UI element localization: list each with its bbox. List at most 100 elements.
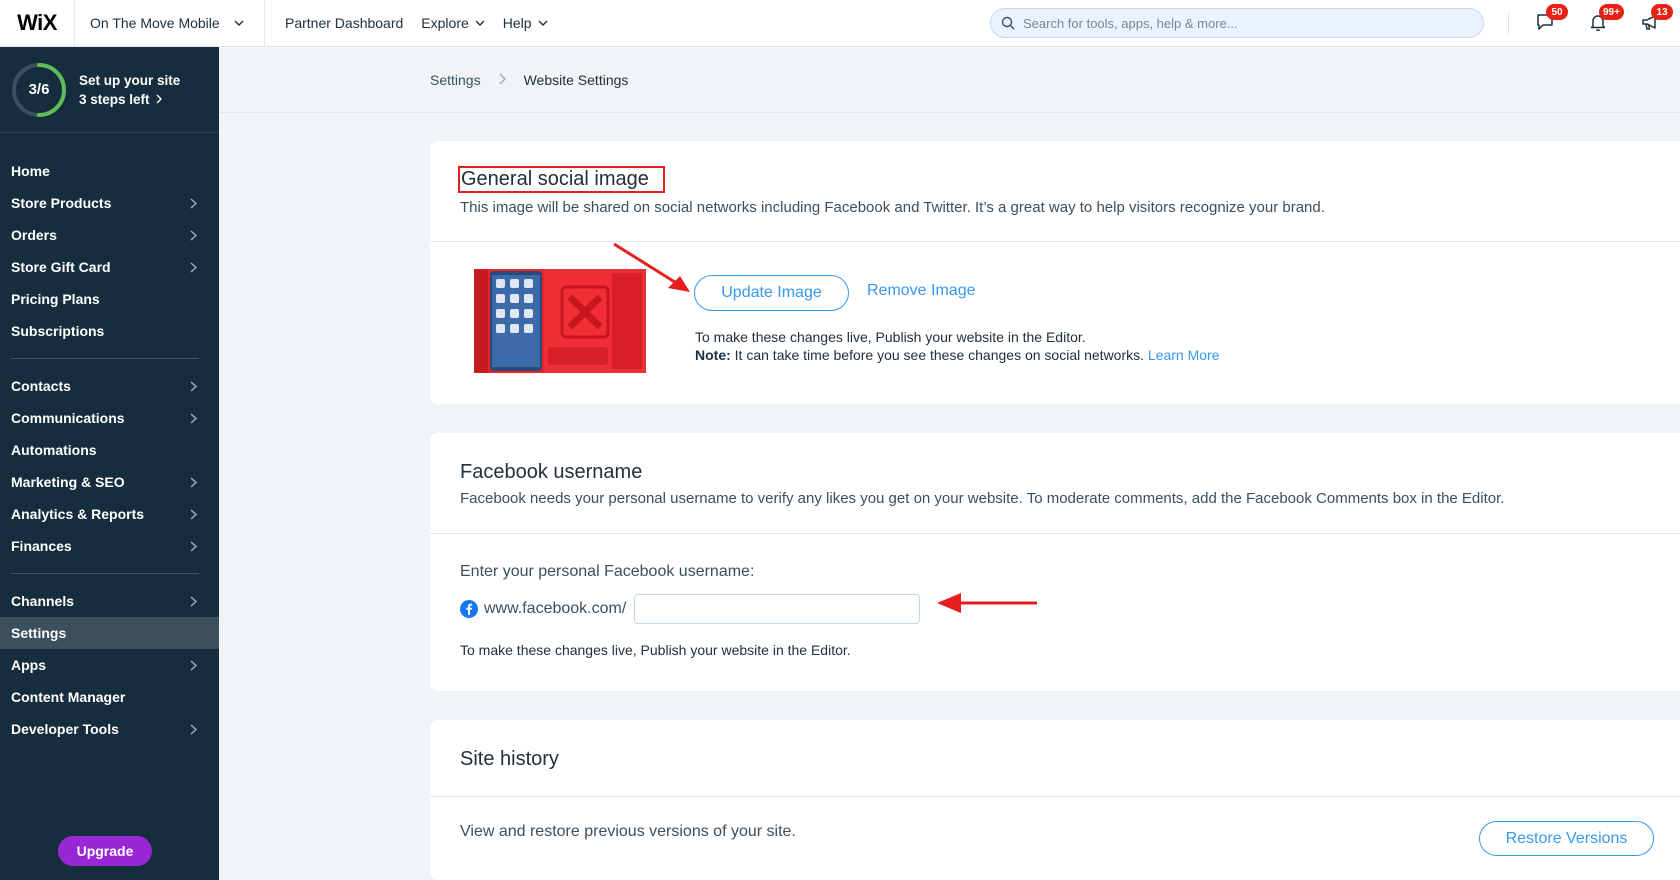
sidebar-item-label: Orders	[11, 227, 57, 243]
chevron-right-icon	[190, 229, 197, 241]
steps-left: 3 steps left	[79, 91, 150, 107]
chevron-down-icon	[475, 20, 485, 26]
sidebar-item-home[interactable]: Home	[0, 155, 219, 187]
sidebar-item-content-manager[interactable]: Content Manager	[0, 681, 219, 713]
sidebar-item-label: Apps	[11, 657, 46, 673]
sidebar-item-label: Marketing & SEO	[11, 474, 125, 490]
setup-subtitle: 3 steps left	[79, 92, 180, 107]
search-bar[interactable]	[990, 8, 1484, 38]
progress-ring: 3/6	[11, 62, 67, 118]
sidebar-item-label: Settings	[11, 625, 67, 641]
nav-label: Help	[502, 15, 532, 31]
sidebar-item-label: Store Gift Card	[11, 259, 111, 275]
chevron-right-icon	[190, 261, 197, 273]
learn-more-link[interactable]: Learn More	[1148, 347, 1220, 363]
site-history-description: View and restore previous versions of yo…	[460, 823, 796, 840]
upgrade-button[interactable]: Upgrade	[58, 836, 152, 866]
note-text: It can take time before you see these ch…	[730, 347, 1148, 363]
chevron-right-icon	[190, 508, 197, 520]
notifications-button[interactable]: 99+	[1588, 4, 1624, 34]
top-bar: WiX On The Move Mobile Partner Dashboard…	[0, 0, 1680, 47]
publish-note: To make these changes live, Publish your…	[695, 329, 1086, 345]
chevron-right-icon	[190, 723, 197, 735]
site-history-title: Site history	[460, 748, 559, 770]
sidebar-item-store-products[interactable]: Store Products	[0, 187, 219, 219]
nav-group-2: Contacts Communications Automations Marketi…	[0, 370, 219, 562]
chevron-right-icon	[190, 540, 197, 552]
sidebar-item-apps[interactable]: Apps	[0, 649, 219, 681]
setup-text: Set up your site 3 steps left	[79, 73, 180, 107]
sidebar-item-channels[interactable]: Channels	[0, 585, 219, 617]
sidebar-item-developer-tools[interactable]: Developer Tools	[0, 713, 219, 745]
explore-menu[interactable]: Explore	[421, 15, 485, 31]
sidebar-item-subscriptions[interactable]: Subscriptions	[0, 315, 219, 347]
sidebar: 3/6 Set up your site 3 steps left Home St…	[0, 47, 219, 880]
breadcrumb-separator-icon	[499, 72, 506, 88]
card-header: Site history	[430, 720, 1680, 797]
sidebar-item-store-gift-card[interactable]: Store Gift Card	[0, 251, 219, 283]
notifications-badge: 99+	[1599, 4, 1624, 20]
sidebar-nav: Home Store Products Orders Store Gift Card P…	[0, 155, 219, 745]
restore-versions-button[interactable]: Restore Versions	[1479, 821, 1654, 856]
chevron-right-icon	[190, 476, 197, 488]
partner-dashboard-link[interactable]: Partner Dashboard	[285, 15, 403, 31]
sidebar-item-label: Finances	[11, 538, 72, 554]
sidebar-item-orders[interactable]: Orders	[0, 219, 219, 251]
site-switcher[interactable]: On The Move Mobile	[75, 0, 265, 47]
nav-group-1: Home Store Products Orders Store Gift Card P…	[0, 155, 219, 347]
progress-text: 3/6	[28, 81, 50, 98]
sidebar-item-contacts[interactable]: Contacts	[0, 370, 219, 402]
sidebar-item-label: Contacts	[11, 378, 71, 394]
breadcrumb-current: Website Settings	[523, 71, 629, 88]
chevron-right-icon	[190, 412, 197, 424]
chevron-right-icon	[190, 380, 197, 392]
sidebar-item-automations[interactable]: Automations	[0, 434, 219, 466]
chevron-right-icon	[190, 595, 197, 607]
nav-divider	[11, 358, 199, 359]
card-header: General social image This image will be …	[430, 141, 1680, 242]
card-header: Facebook username Facebook needs your pe…	[430, 433, 1680, 534]
facebook-description: Facebook needs your personal username to…	[460, 490, 1505, 507]
site-name: On The Move Mobile	[90, 15, 220, 31]
social-image-description: This image will be shared on social netw…	[460, 199, 1325, 216]
sidebar-item-pricing-plans[interactable]: Pricing Plans	[0, 283, 219, 315]
top-nav: Partner Dashboard Explore Help	[285, 15, 566, 31]
facebook-field-row: www.facebook.com/	[460, 594, 921, 624]
messages-button[interactable]: 50	[1535, 4, 1568, 34]
sidebar-item-finances[interactable]: Finances	[0, 530, 219, 562]
wix-logo[interactable]: WiX	[0, 0, 75, 47]
announcements-button[interactable]: 13	[1640, 4, 1673, 34]
sidebar-item-analytics-and-reports[interactable]: Analytics & Reports	[0, 498, 219, 530]
nav-label: Explore	[421, 15, 469, 31]
update-image-button[interactable]: Update Image	[694, 275, 849, 311]
chevron-down-icon	[538, 20, 548, 26]
setup-progress[interactable]: 3/6 Set up your site 3 steps left	[0, 47, 219, 133]
facebook-title: Facebook username	[460, 461, 643, 483]
sidebar-item-communications[interactable]: Communications	[0, 402, 219, 434]
facebook-url-prefix: www.facebook.com/	[484, 600, 627, 617]
divider	[1508, 12, 1509, 34]
setup-title: Set up your site	[79, 72, 181, 88]
breadcrumb-settings[interactable]: Settings	[430, 72, 481, 88]
sidebar-item-label: Content Manager	[11, 689, 126, 705]
annotation-highlight-box: General social image	[458, 166, 665, 193]
search-input[interactable]	[1023, 15, 1463, 31]
sidebar-item-settings[interactable]: Settings	[0, 617, 219, 649]
breadcrumb: Settings Website Settings	[219, 47, 1680, 113]
nav-divider	[11, 573, 199, 574]
social-image-card: General social image This image will be …	[430, 141, 1680, 404]
remove-image-link[interactable]: Remove Image	[867, 282, 976, 300]
nav-label: Partner Dashboard	[285, 15, 404, 31]
chevron-right-icon	[156, 94, 162, 104]
facebook-username-input[interactable]	[634, 594, 921, 624]
chevron-right-icon	[190, 659, 197, 671]
social-image-title: General social image	[458, 166, 1650, 193]
sidebar-item-label: Channels	[11, 593, 75, 609]
facebook-field-label: Enter your personal Facebook username:	[460, 563, 755, 580]
chevron-right-icon	[190, 197, 197, 209]
sidebar-item-label: Pricing Plans	[11, 291, 100, 307]
facebook-icon	[460, 600, 478, 618]
messages-badge: 50	[1546, 4, 1568, 20]
sidebar-item-marketing-and-seo[interactable]: Marketing & SEO	[0, 466, 219, 498]
help-menu[interactable]: Help	[503, 15, 548, 31]
